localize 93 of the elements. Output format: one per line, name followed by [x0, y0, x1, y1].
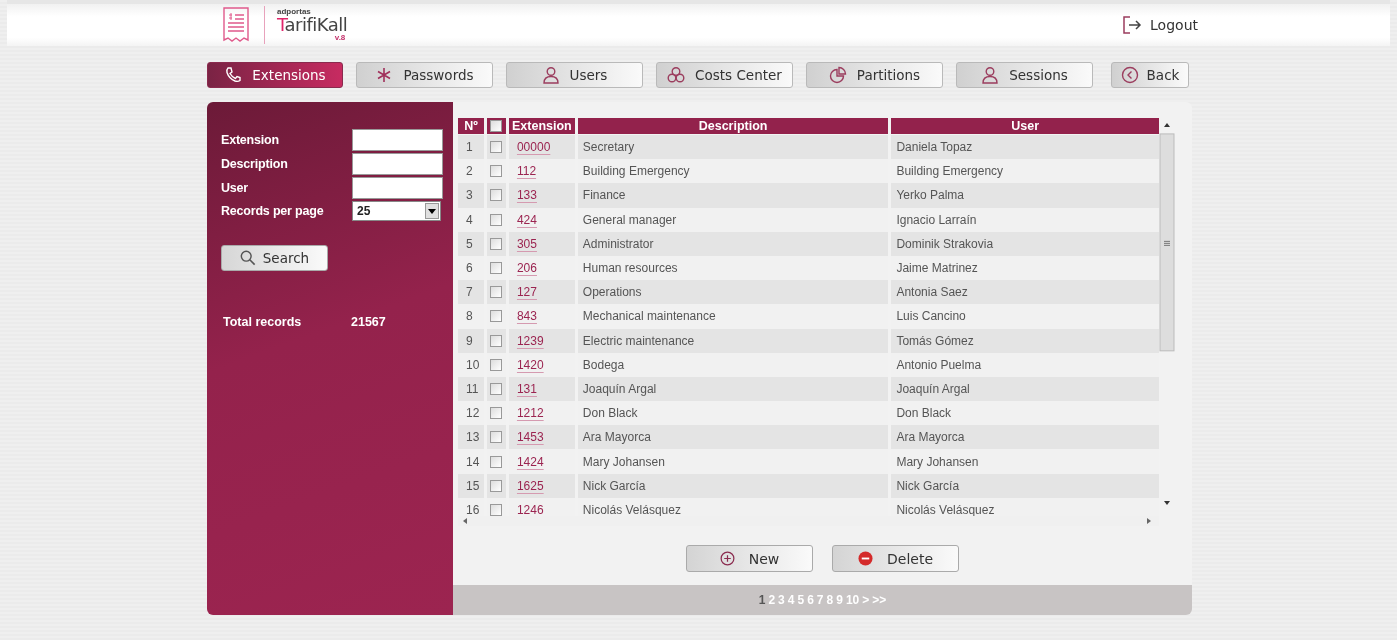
total-records-label: Total records: [223, 315, 303, 329]
checkbox[interactable]: [490, 286, 503, 299]
back-icon: [1120, 66, 1139, 84]
tab[interactable]: Users: [506, 62, 643, 88]
table-cell: Ara Mayorca: [891, 425, 1159, 450]
checkbox[interactable]: [490, 237, 503, 250]
row-number: 7: [458, 280, 484, 305]
tab[interactable]: Passwords: [356, 62, 493, 88]
total-records-value: 21567: [351, 315, 386, 329]
extension-link[interactable]: 127: [516, 285, 537, 300]
logout-link[interactable]: Logout: [1122, 15, 1198, 35]
extension-link[interactable]: 1246: [516, 502, 544, 516]
extension-link[interactable]: 1420: [516, 357, 544, 372]
row-number: 1: [458, 135, 484, 160]
circles-icon: [667, 66, 686, 84]
tab[interactable]: Costs Center: [656, 62, 793, 88]
text-input-field[interactable]: [352, 177, 443, 199]
extension-link[interactable]: 305: [516, 236, 537, 251]
field-label: User: [221, 181, 249, 195]
table-cell: Dominik Strakovia: [891, 231, 1159, 256]
text-input-field[interactable]: [352, 153, 443, 175]
checkbox[interactable]: [490, 165, 503, 178]
records-per-page-select[interactable]: 25: [352, 201, 441, 221]
row-number: 15: [458, 473, 484, 498]
checkbox[interactable]: [490, 431, 503, 444]
brand-name: TarifiKall: [277, 16, 348, 34]
checkbox[interactable]: [490, 334, 503, 347]
extension-link[interactable]: 133: [516, 188, 537, 203]
field-label: Extension: [221, 133, 280, 147]
new-button[interactable]: New: [686, 545, 813, 572]
table-cell: Electric maintenance: [577, 328, 889, 353]
table-cell: Yerko Palma: [891, 183, 1159, 208]
page-link[interactable]: 1: [758, 593, 766, 607]
checkbox[interactable]: [490, 262, 503, 275]
checkbox[interactable]: [490, 120, 503, 132]
tab[interactable]: Back: [1111, 62, 1189, 88]
table-cell: Administrator: [577, 231, 889, 256]
version-label: v.8: [334, 34, 346, 42]
column-header: Description: [577, 118, 889, 134]
extension-link[interactable]: 1424: [516, 454, 544, 469]
receipt-logo-icon: [223, 7, 249, 43]
checkbox[interactable]: [490, 189, 503, 202]
extension-link[interactable]: 424: [516, 212, 537, 227]
checkbox[interactable]: [490, 141, 503, 154]
extension-link[interactable]: 112: [516, 164, 537, 179]
user-icon: [541, 66, 560, 84]
row-number: 13: [458, 425, 484, 450]
table-cell: Antonia Saez: [891, 280, 1159, 305]
brand-subtitle: adportas: [277, 8, 312, 16]
field-label: Records per page: [221, 204, 325, 218]
column-header: Nº: [458, 118, 484, 134]
delete-button[interactable]: Delete: [832, 545, 959, 572]
tab[interactable]: Partitions: [806, 62, 943, 88]
table-cell: Nick García: [891, 473, 1159, 498]
table-cell: Joaquín Argal: [891, 376, 1159, 402]
search-button[interactable]: Search: [221, 245, 328, 271]
table-cell: Joaquín Argal: [577, 376, 889, 402]
checkbox[interactable]: [490, 503, 503, 516]
table-cell: Daniela Topaz: [891, 135, 1159, 160]
table-cell: Operations: [577, 280, 889, 305]
extension-link[interactable]: 131: [516, 381, 537, 396]
plus-circle-icon: [719, 551, 735, 566]
row-number: 5: [458, 231, 484, 256]
logout-icon: [1122, 15, 1143, 35]
text-input-field[interactable]: [352, 129, 443, 151]
checkbox[interactable]: [490, 407, 503, 420]
row-number: 9: [458, 328, 484, 353]
row-number: 3: [458, 183, 484, 208]
checkbox[interactable]: [490, 455, 503, 468]
checkbox[interactable]: [490, 479, 503, 492]
table-cell: Tomás Gómez: [891, 328, 1159, 353]
tab[interactable]: Extensions: [207, 62, 343, 88]
tab[interactable]: Sessions: [956, 62, 1093, 88]
table-cell: Finance: [577, 183, 889, 208]
user-icon: [981, 66, 1000, 84]
checkbox[interactable]: [490, 310, 503, 323]
minus-circle-icon: [858, 551, 873, 566]
checkbox[interactable]: [490, 213, 503, 226]
search-icon: [239, 250, 256, 266]
extension-link[interactable]: 1212: [516, 406, 544, 421]
checkbox[interactable]: [490, 382, 503, 395]
extension-link[interactable]: 206: [516, 261, 537, 276]
table-cell: Nick García: [577, 473, 889, 498]
checkbox[interactable]: [490, 358, 503, 371]
table-cell: Ara Mayorca: [577, 425, 889, 450]
field-label: Description: [221, 157, 289, 171]
column-header: User: [891, 118, 1159, 134]
column-header: Extension: [508, 118, 575, 134]
row-number: 11: [458, 376, 484, 402]
table-cell: Secretary: [577, 135, 889, 160]
extension-link[interactable]: 843: [516, 309, 537, 324]
pie-chart-icon: [828, 66, 847, 84]
phone-icon: [224, 66, 243, 84]
